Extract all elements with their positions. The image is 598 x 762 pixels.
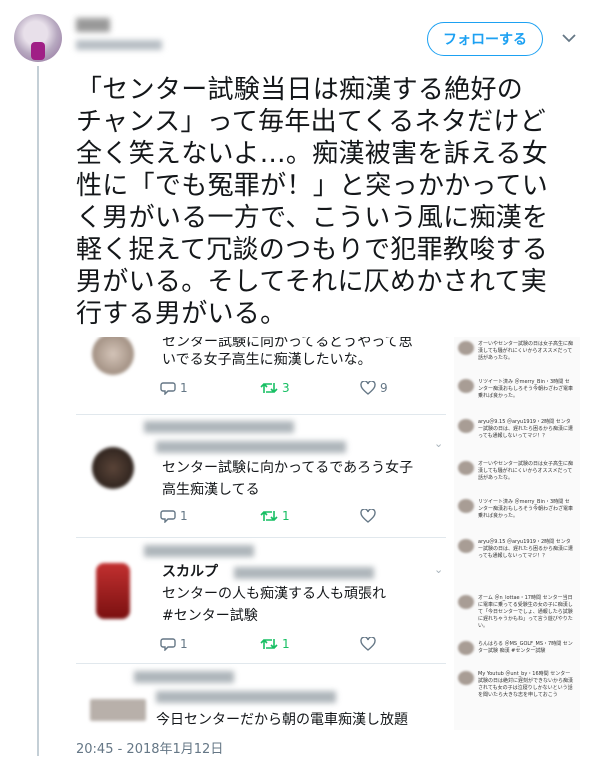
retweet-action: 1 <box>260 637 360 651</box>
retweet-header-redacted <box>134 671 234 683</box>
embedded-timeline: センター試験に向かってるどうやって思 いでる女子高生に痴漢したいな。 1 3 9 <box>76 337 446 730</box>
mini-tweet-text: オーいやセンター試験の日は女子高生に痴漢しても騒がれにくいからオススメだって話が… <box>478 341 574 361</box>
embedded-tweet: スカルプ ⌄ センターの人も痴漢する人も頑張れ #センター試験 1 1 <box>84 543 446 655</box>
avatar <box>458 595 474 609</box>
avatar <box>458 539 474 553</box>
divider <box>76 537 446 538</box>
like-action <box>360 637 460 651</box>
mini-tweet-text: リツイート済み ＠merry_Bin・3時間 センター痴漢おもしろそう今朝わざわ… <box>478 379 574 399</box>
retweet-count: 1 <box>282 637 290 651</box>
hashtag-link: #センター試験 <box>162 608 258 624</box>
chevron-down-icon: ⌄ <box>434 563 444 576</box>
mini-tweet-text: My Youtub ＠unt_by・16時間 センター試験の日は絶対に遅刻ができ… <box>478 671 574 698</box>
tweet-line: センター試験に向かってるであろう女子 <box>162 460 414 476</box>
reply-count: 1 <box>180 637 188 651</box>
retweet-action: 3 <box>260 381 360 395</box>
avatar <box>458 499 474 513</box>
tweet-text: 「センター試験当日は痴漢する絶好の チャンス」って毎年出てくるネタだけど 全く笑… <box>76 75 549 329</box>
embedded-sidebar: オーいやセンター試験の日は女子高生に痴漢しても騒がれにくいからオススメだって話が… <box>454 337 580 730</box>
divider <box>76 663 446 664</box>
reply-action: 1 <box>160 637 260 651</box>
user-name: スカルプ <box>162 564 218 580</box>
retweet-action: 1 <box>260 509 360 523</box>
follow-button[interactable]: フォローする <box>427 22 543 56</box>
avatar <box>458 641 474 655</box>
author-avatar[interactable] <box>14 14 62 62</box>
chevron-down-icon: ⌄ <box>434 437 444 450</box>
retweet-icon <box>260 639 278 649</box>
tweet-actions: 1 1 <box>160 637 460 651</box>
like-icon <box>360 637 376 651</box>
author-name-redacted[interactable] <box>76 18 110 32</box>
embedded-tweet: ⌄ センター試験に向かってるであろう女子 高生痴漢してる 1 1 <box>84 419 446 527</box>
avatar <box>458 461 474 475</box>
like-count: 9 <box>380 381 388 395</box>
mini-tweet-text: オーいやセンター試験の日は女子高生に痴漢しても騒がれにくいからオススメだって話が… <box>478 461 574 481</box>
retweet-count: 1 <box>282 509 290 523</box>
tweet-actions: 1 3 9 <box>160 381 460 395</box>
avatar <box>458 341 474 355</box>
retweet-count: 3 <box>282 381 290 395</box>
mini-tweet-text: リツイート済み ＠merry_Bin・3時間 センター痴漢おもしろそう今朝わざわ… <box>478 499 574 519</box>
retweet-icon <box>260 383 278 393</box>
avatar <box>96 563 130 619</box>
user-handle-redacted <box>234 567 374 579</box>
reply-count: 1 <box>180 509 188 523</box>
chevron-down-icon[interactable] <box>559 28 579 48</box>
reply-icon <box>160 510 176 523</box>
mini-tweet-text: らんはらる ＠MS_GOLF_MS・7時間 センター試験 痴漢 #センター試験 <box>478 641 573 654</box>
reply-icon <box>160 382 176 395</box>
mini-tweet-text: オーム ＠n_lottae・17時間 センター当日に電車に乗ってる受験生の女の子… <box>478 595 573 629</box>
embedded-tweet: 今日センターだから朝の電車痴漢し放題 <box>84 669 446 730</box>
like-icon <box>360 381 376 395</box>
embedded-tweet: センター試験に向かってるどうやって思 いでる女子高生に痴漢したいな。 1 3 9 <box>84 337 446 405</box>
tweet-line: いでる女子高生に痴漢したいな。 <box>162 352 372 368</box>
reply-icon <box>160 638 176 651</box>
divider <box>76 414 446 415</box>
avatar <box>92 447 134 489</box>
like-action <box>360 509 460 523</box>
attached-image[interactable]: センター試験に向かってるどうやって思 いでる女子高生に痴漢したいな。 1 3 9 <box>76 337 580 730</box>
like-action: 9 <box>360 381 460 395</box>
avatar <box>90 699 146 721</box>
avatar <box>458 671 474 685</box>
user-header-redacted <box>156 441 346 453</box>
reply-action: 1 <box>160 509 260 523</box>
avatar <box>92 337 134 375</box>
mini-tweet-text: aryu＠9.15 ＠aryu1919・2時間 センター試験の日は、遅れたら困る… <box>478 539 574 559</box>
retweet-header-redacted <box>144 545 254 557</box>
thread-line <box>37 66 39 756</box>
reply-count: 1 <box>180 381 188 395</box>
tweet-line: センターの人も痴漢する人も頑張れ <box>162 586 386 602</box>
avatar <box>458 379 474 393</box>
tweet-line: 高生痴漢してる <box>162 482 260 498</box>
retweet-header-redacted <box>144 421 294 433</box>
avatar <box>458 419 474 433</box>
user-header-redacted <box>156 691 336 703</box>
retweet-icon <box>260 511 278 521</box>
tweet-line: 今日センターだから朝の電車痴漢し放題 <box>156 712 408 728</box>
author-handle-redacted[interactable] <box>76 40 162 50</box>
tweet-actions: 1 1 <box>160 509 460 523</box>
like-icon <box>360 509 376 523</box>
tweet-timestamp[interactable]: 20:45 - 2018年1月12日 <box>76 738 223 757</box>
reply-action: 1 <box>160 381 260 395</box>
mini-tweet-text: aryu＠9.15 ＠aryu1919・2時間 センター試験の日は、遅れたら困る… <box>478 419 574 439</box>
